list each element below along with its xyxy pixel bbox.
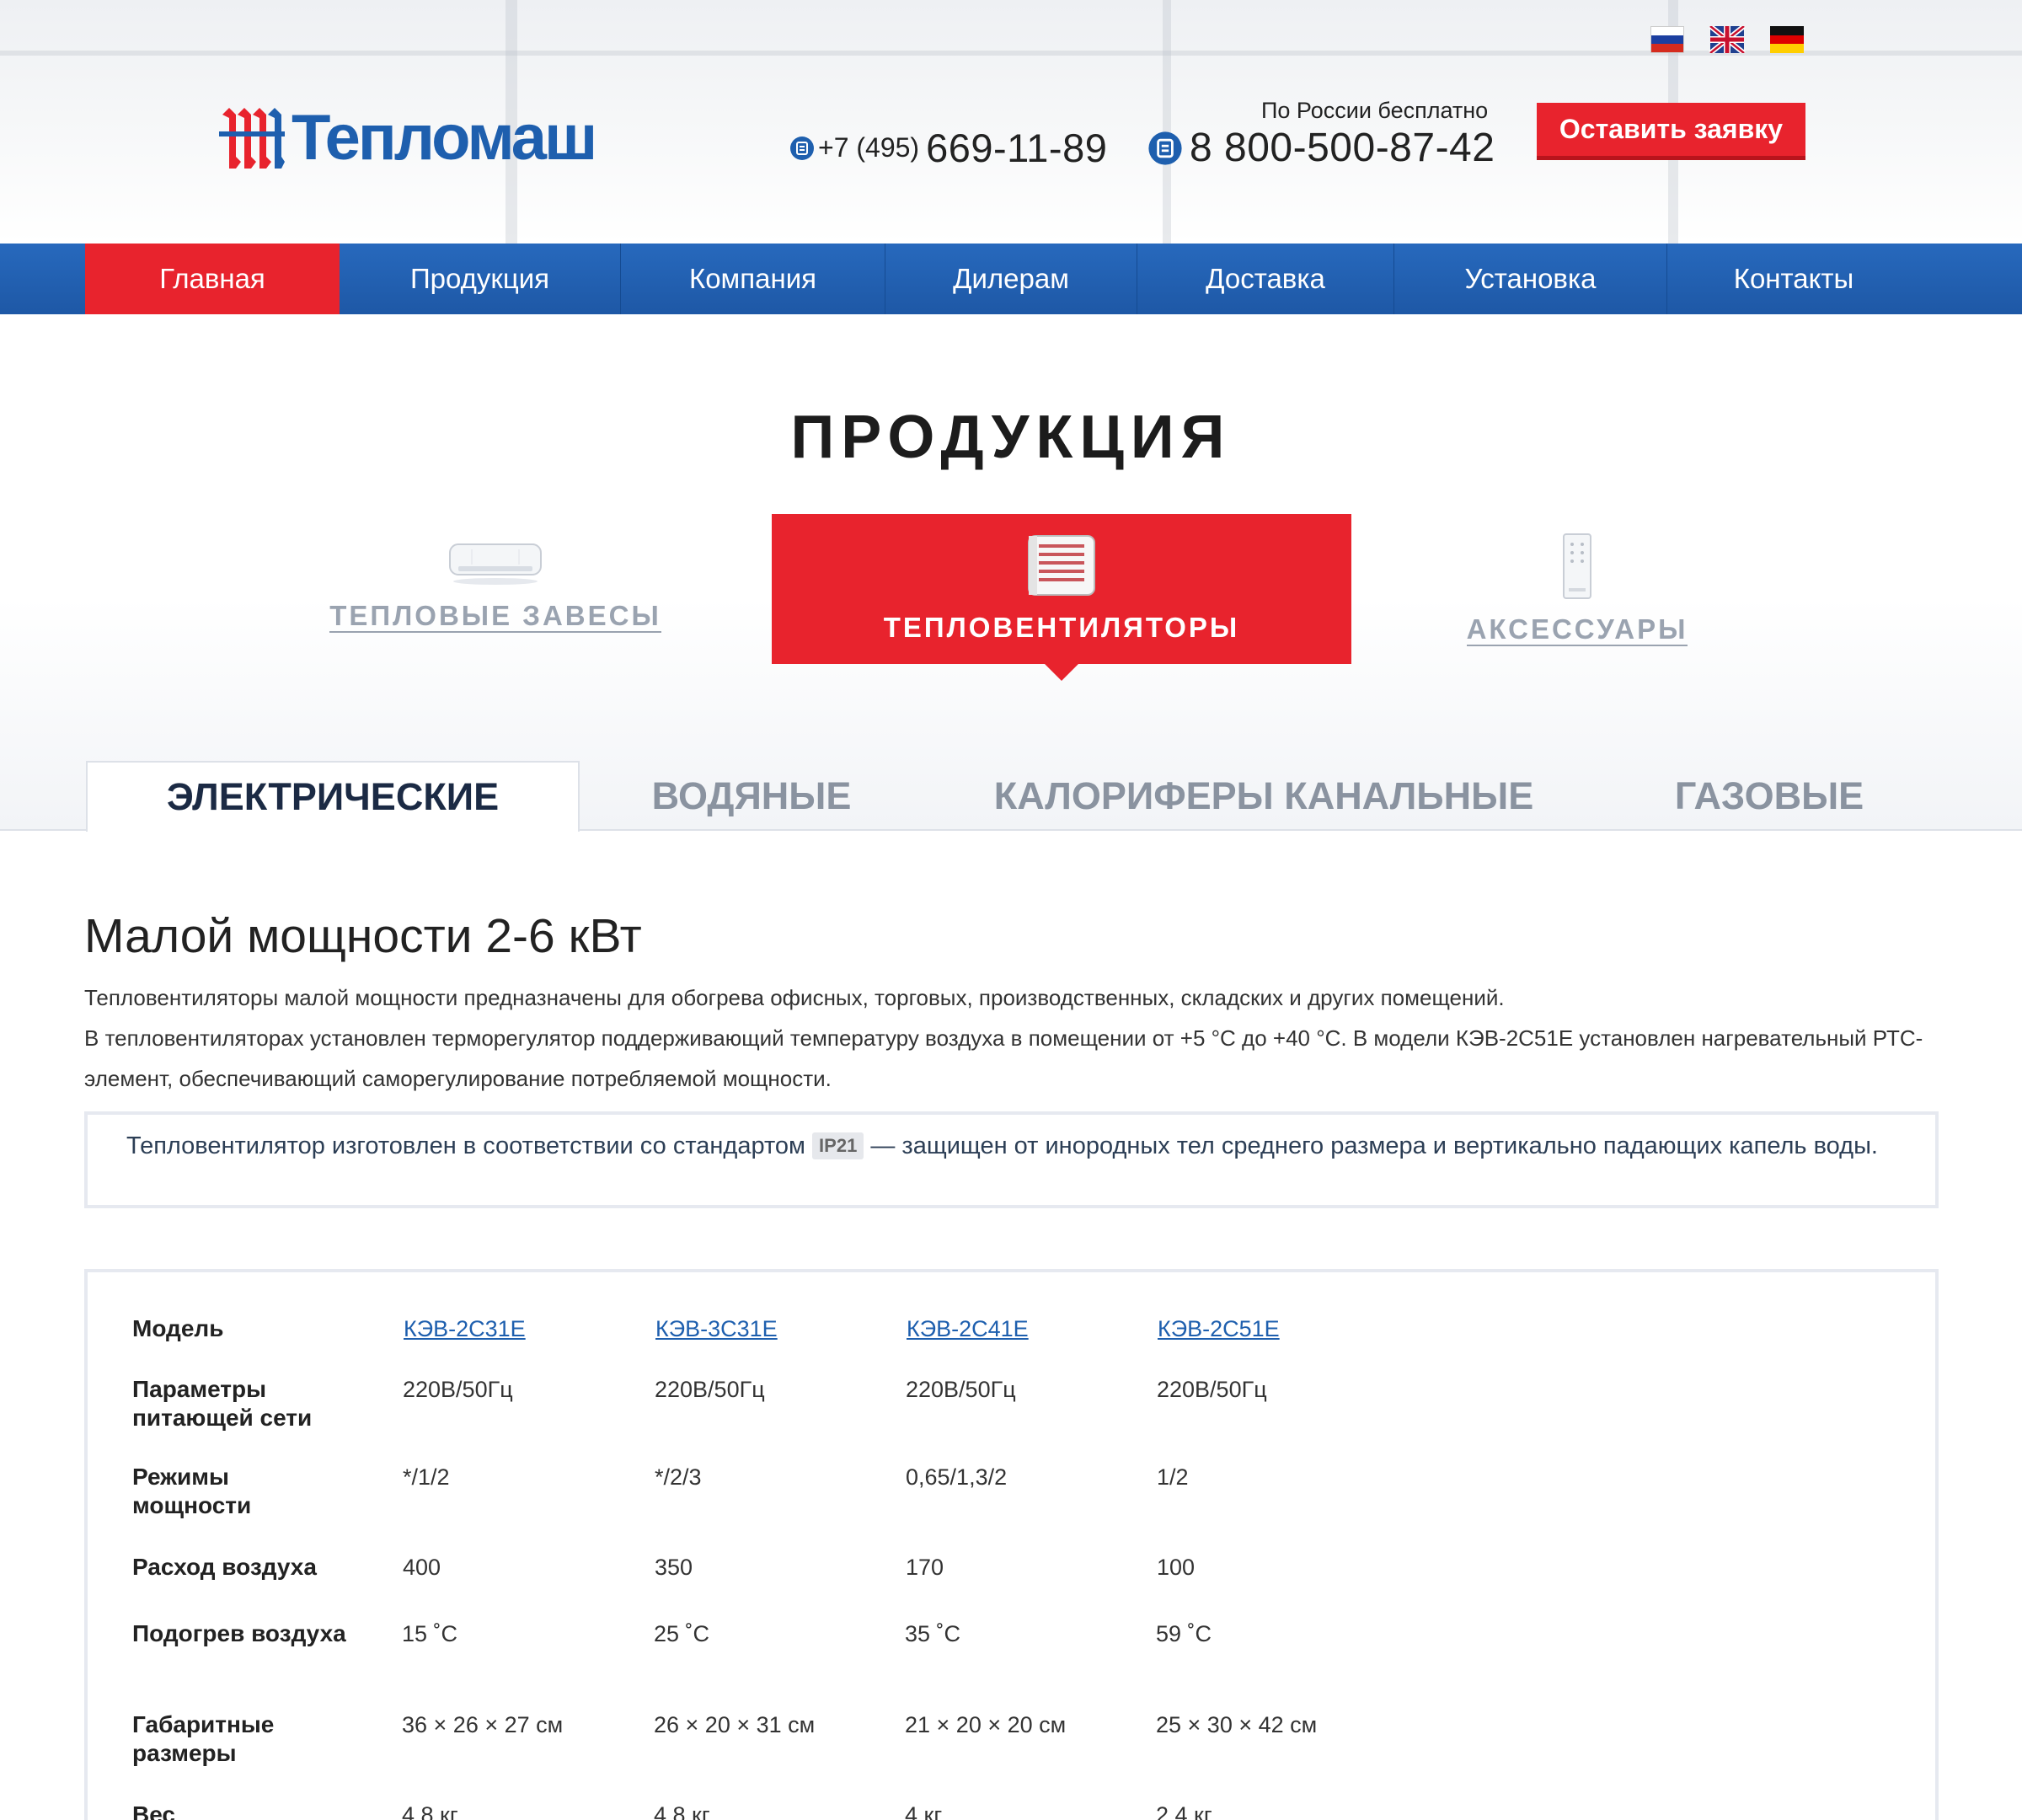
category-heat-fans[interactable]: ТЕПЛОВЕНТИЛЯТОРЫ [772, 514, 1351, 681]
ip-rating-badge: IP21 [812, 1132, 864, 1159]
page-title: ПРОДУКЦИЯ [790, 404, 1232, 471]
spec-value: 220В/50Гц [403, 1377, 513, 1402]
spec-label: Параметры питающей сети [132, 1376, 313, 1431]
model-link[interactable]: КЭВ-2С51Е [1158, 1314, 1280, 1343]
spec-value: 26 × 20 × 31 см [654, 1712, 816, 1737]
phone-icon [1148, 131, 1182, 165]
spec-value: 4,8 кг [654, 1802, 710, 1820]
nav-item-installation[interactable]: Установка [1394, 244, 1667, 314]
notice-text: — защищен от инородных тел среднего разм… [870, 1132, 1878, 1159]
tab-duct-heaters[interactable]: КАЛОРИФЕРЫ КАНАЛЬНЫЕ [969, 761, 1559, 831]
model-link[interactable]: КЭВ-2С31Е [404, 1314, 526, 1343]
site-header: Тепломаш По России бесплатно +7 (495) 66… [0, 0, 2022, 244]
main-nav: Главная Продукция Компания Дилерам Доста… [0, 244, 2022, 314]
spec-value: 350 [655, 1555, 693, 1580]
phone-prefix: +7 (495) [818, 132, 920, 163]
thermostat-icon [1563, 533, 1591, 599]
standard-notice: Тепловентилятор изготовлен в соответстви… [84, 1111, 1939, 1208]
spec-value: 59 ˚С [1156, 1621, 1212, 1646]
phone-number: 669-11-89 [926, 126, 1108, 170]
notice-text: Тепловентилятор изготовлен в соответстви… [126, 1132, 805, 1159]
de-flag-icon[interactable] [1770, 26, 1804, 53]
spec-value: 170 [906, 1555, 944, 1580]
order-button[interactable]: Оставить заявку [1537, 103, 1805, 160]
spec-value: */1/2 [403, 1464, 450, 1490]
spec-value: 25 × 30 × 42 см [1156, 1712, 1318, 1737]
phone-free[interactable]: 8 800-500-87-42 [1147, 125, 1495, 171]
tab-water[interactable]: ВОДЯНЫЕ [590, 761, 913, 831]
model-link[interactable]: КЭВ-3С31Е [655, 1314, 778, 1343]
spec-value: 220В/50Гц [906, 1377, 1016, 1402]
phone-icon [790, 136, 814, 160]
description-text: В тепловентиляторах установлен терморегу… [84, 1025, 1923, 1091]
nav-item-contacts[interactable]: Контакты [1667, 244, 1920, 314]
phone-moscow[interactable]: +7 (495) 669-11-89 [789, 125, 1107, 171]
spec-label: Расход воздуха [132, 1554, 317, 1580]
spec-value: 15 ˚С [402, 1621, 458, 1646]
spec-value: 220В/50Гц [1157, 1377, 1267, 1402]
site-logo[interactable]: Тепломаш [219, 102, 597, 174]
header-bg-decor [1163, 0, 1171, 244]
spec-value: 2,4 кг [1156, 1802, 1212, 1820]
phone-number-free: 8 800-500-87-42 [1190, 126, 1495, 170]
category-air-curtains[interactable]: ТЕПЛОВЫЕ ЗАВЕСЫ [329, 514, 661, 664]
heat-fan-icon [1028, 535, 1095, 596]
nav-item-home[interactable]: Главная [85, 244, 340, 314]
description-text: Тепловентиляторы малой мощности предназн… [84, 985, 1505, 1010]
phone-note: По России бесплатно [1261, 98, 1489, 123]
spec-value: 36 × 26 × 27 см [402, 1712, 564, 1737]
nav-item-delivery[interactable]: Доставка [1137, 244, 1394, 314]
spec-label: Режимы мощности [132, 1464, 252, 1518]
spec-label: Вес [132, 1801, 175, 1820]
spec-value: 220В/50Гц [655, 1377, 765, 1402]
spec-label: Габаритные размеры [132, 1711, 275, 1766]
spec-value: 400 [403, 1555, 441, 1580]
spec-table: Модель КЭВ-2С31Е КЭВ-3С31Е КЭВ-2С41Е КЭВ… [84, 1269, 1939, 1820]
spec-label: Модель [132, 1315, 224, 1341]
language-switcher [1650, 26, 1804, 53]
ru-flag-icon[interactable] [1650, 26, 1684, 53]
spec-value: 4,8 кг [402, 1802, 458, 1820]
nav-item-company[interactable]: Компания [621, 244, 885, 314]
spec-value: 25 ˚С [654, 1621, 710, 1646]
nav-item-dealers[interactable]: Дилерам [885, 244, 1137, 314]
content-title: Малой мощности 2-6 кВт [84, 909, 642, 963]
model-link[interactable]: КЭВ-2С41Е [907, 1314, 1029, 1343]
tab-gas[interactable]: ГАЗОВЫЕ [1634, 761, 1904, 831]
logo-text: Тепломаш [292, 102, 597, 174]
air-curtain-icon [449, 543, 542, 585]
category-label: ТЕПЛОВЫЕ ЗАВЕСЫ [329, 600, 661, 633]
spec-value: 100 [1157, 1555, 1196, 1580]
nav-item-products[interactable]: Продукция [340, 244, 621, 314]
spec-value: 1/2 [1157, 1464, 1189, 1490]
tab-electric[interactable]: ЭЛЕКТРИЧЕСКИЕ [86, 761, 580, 832]
category-label: ТЕПЛОВЕНТИЛЯТОРЫ [883, 612, 1240, 643]
logo-radiator-icon [219, 108, 285, 169]
spec-value: 0,65/1,3/2 [906, 1464, 1008, 1490]
active-pointer [1043, 662, 1080, 681]
spec-value: 4 кг [905, 1802, 943, 1820]
gb-flag-icon[interactable] [1704, 26, 1751, 53]
spec-value: */2/3 [655, 1464, 702, 1490]
category-label: АКСЕССУАРЫ [1466, 613, 1688, 646]
spec-value: 21 × 20 × 20 см [905, 1712, 1067, 1737]
spec-value: 35 ˚С [905, 1621, 961, 1646]
spec-label: Подогрев воздуха [132, 1620, 346, 1646]
category-accessories[interactable]: АКСЕССУАРЫ [1466, 514, 1688, 664]
